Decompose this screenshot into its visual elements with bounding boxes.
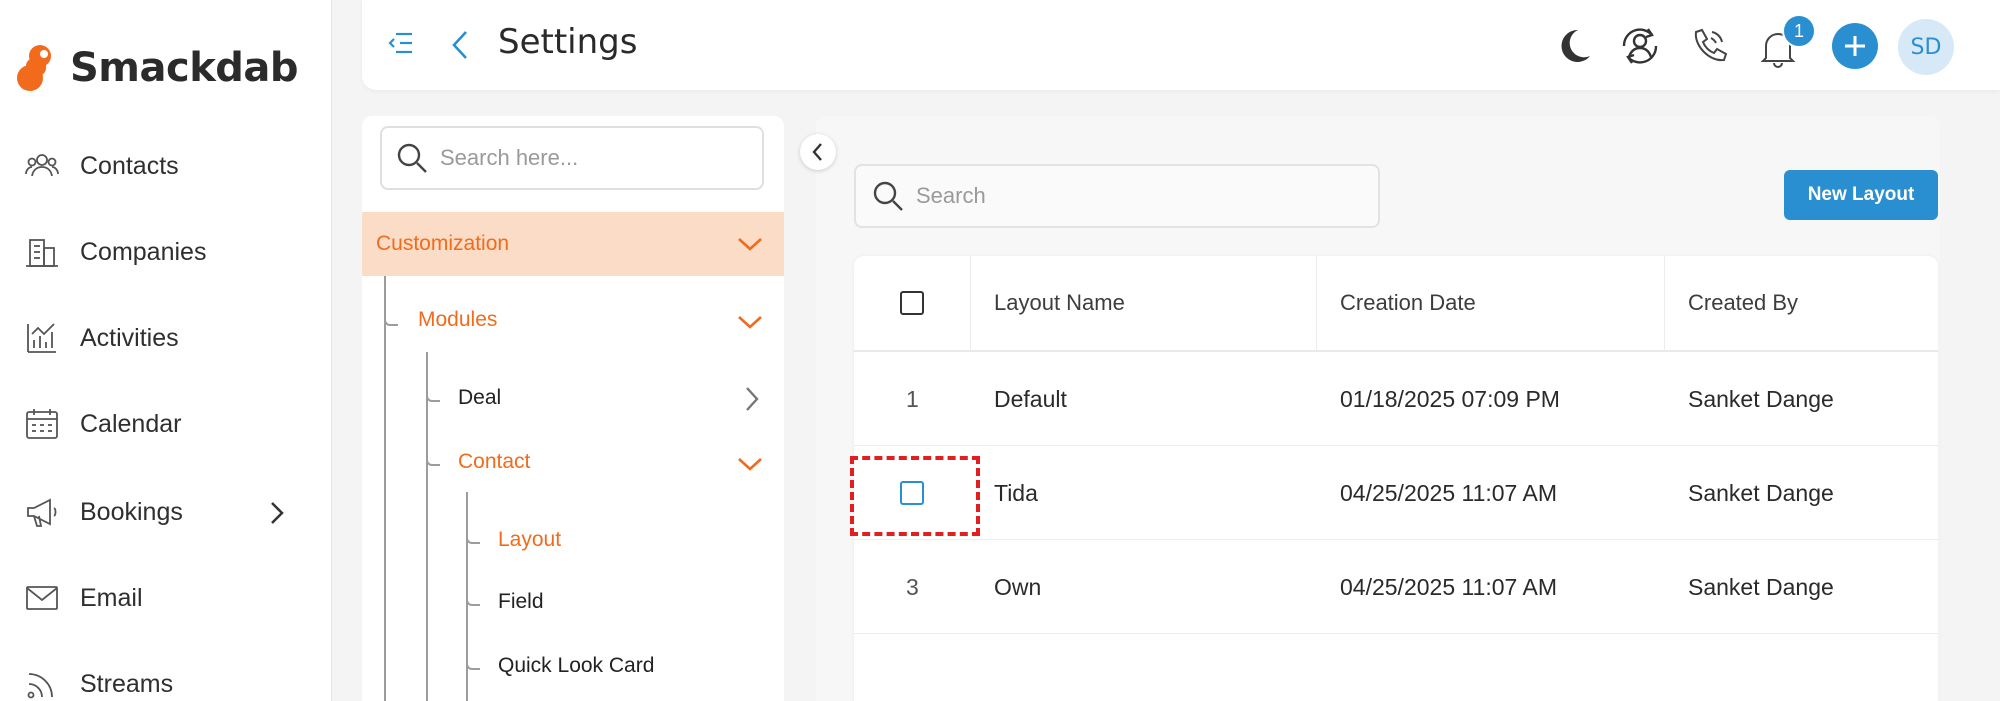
collapse-panel-button[interactable]	[800, 134, 836, 170]
tree-connector	[426, 352, 428, 701]
tree-connector	[466, 656, 480, 670]
activity-chart-icon	[27, 323, 56, 353]
created-by: Sanket Dange	[1688, 479, 1834, 506]
phone-icon[interactable]	[1688, 26, 1728, 66]
sidebar-item-label: Calendar	[80, 409, 182, 438]
search-icon	[873, 181, 903, 211]
column-header-layout-name[interactable]: Layout Name	[994, 256, 1125, 350]
select-all-cell	[900, 256, 924, 350]
search-icon	[397, 143, 427, 173]
sidebar: Smackdab Contacts Companies Activities C…	[0, 0, 332, 701]
tree-item-modules[interactable]: Modules	[418, 308, 497, 332]
sidebar-item-contacts[interactable]: Contacts	[24, 148, 179, 184]
menu-collapse-icon[interactable]	[386, 28, 416, 58]
sidebar-item-label: Contacts	[80, 151, 179, 180]
add-button[interactable]	[1832, 23, 1878, 69]
sidebar-item-calendar[interactable]: Calendar	[24, 406, 181, 442]
page-title: Settings	[498, 22, 638, 62]
row-index: 3	[906, 573, 919, 600]
sidebar-item-label: Streams	[80, 669, 174, 698]
layouts-table: Layout Name Creation Date Created By 1 D…	[854, 256, 1938, 701]
tree-search-input[interactable]	[440, 145, 740, 171]
section-label: Customization	[376, 232, 510, 255]
app-name: Smackdab	[70, 45, 299, 91]
smackdab-logo-icon	[17, 45, 51, 91]
sidebar-item-companies[interactable]: Companies	[24, 234, 206, 270]
creation-date: 04/25/2025 11:07 AM	[1340, 479, 1557, 506]
notification-badge: 1	[1782, 14, 1816, 48]
logo[interactable]: Smackdab	[14, 44, 299, 92]
section-customization[interactable]: Customization	[362, 212, 784, 276]
chevron-down-icon[interactable]	[736, 312, 764, 332]
sidebar-item-bookings[interactable]: Bookings	[24, 494, 183, 530]
sidebar-item-label: Companies	[80, 237, 207, 266]
table-row[interactable]: Tida 04/25/2025 11:07 AM Sanket Dange	[854, 446, 1938, 540]
tree-item-deal[interactable]: Deal	[458, 386, 501, 410]
table-row[interactable]: 1 Default 01/18/2025 07:09 PM Sanket Dan…	[854, 352, 1938, 446]
envelope-icon	[26, 586, 58, 610]
rss-icon	[27, 673, 53, 699]
tree-item-layout[interactable]: Layout	[498, 528, 561, 552]
tree-item-quick-look-card[interactable]: Quick Look Card	[498, 654, 654, 678]
created-by: Sanket Dange	[1688, 573, 1834, 600]
tree-connector	[384, 276, 386, 701]
tree-connector	[384, 312, 398, 326]
user-avatar[interactable]: SD	[1898, 19, 1954, 75]
new-layout-button[interactable]: New Layout	[1784, 170, 1938, 220]
settings-tree-panel: Customization Modules Deal Contact Layou…	[362, 116, 784, 701]
layouts-panel: New Layout Layout Name Creation Date Cre…	[816, 116, 1940, 701]
tree-connector	[466, 592, 480, 606]
megaphone-icon	[27, 498, 57, 527]
tree-connector	[426, 388, 440, 402]
tree-item-field[interactable]: Field	[498, 590, 544, 614]
building-icon	[26, 239, 58, 267]
tree-connector	[426, 452, 440, 466]
chevron-left-icon	[812, 143, 822, 161]
people-icon	[25, 154, 59, 177]
tree-search-box[interactable]	[380, 126, 764, 190]
column-divider	[1664, 256, 1665, 350]
dark-mode-moon-icon[interactable]	[1554, 26, 1594, 66]
sidebar-item-streams[interactable]: Streams	[24, 666, 173, 701]
table-header: Layout Name Creation Date Created By	[854, 256, 1938, 352]
chevron-down-icon[interactable]	[736, 234, 764, 254]
column-divider	[1316, 256, 1317, 350]
top-header: Settings 1 SD	[362, 0, 2000, 90]
column-header-creation-date[interactable]: Creation Date	[1340, 256, 1476, 350]
app-root: Smackdab Contacts Companies Activities C…	[0, 0, 2000, 701]
plus-icon	[1845, 36, 1865, 56]
row-index: 1	[906, 385, 919, 412]
sidebar-item-activities[interactable]: Activities	[24, 320, 179, 356]
chevron-right-icon[interactable]	[262, 498, 292, 528]
layout-name[interactable]: Own	[994, 540, 1041, 634]
created-by: Sanket Dange	[1688, 385, 1834, 412]
creation-date: 01/18/2025 07:09 PM	[1340, 385, 1560, 412]
sidebar-item-email[interactable]: Email	[24, 580, 143, 616]
column-divider	[970, 256, 971, 350]
sidebar-item-label: Activities	[80, 323, 179, 352]
tree-connector	[466, 530, 480, 544]
highlight-annotation	[850, 456, 980, 536]
sidebar-item-label: Bookings	[80, 497, 183, 526]
back-arrow-icon[interactable]	[446, 28, 476, 62]
layout-search-input[interactable]	[916, 183, 1216, 209]
table-row[interactable]: 3 Own 04/25/2025 11:07 AM Sanket Dange	[854, 540, 1938, 634]
layout-name[interactable]: Default	[994, 352, 1067, 446]
tree-item-contact[interactable]: Contact	[458, 450, 530, 474]
chevron-down-icon[interactable]	[736, 454, 764, 474]
layout-name[interactable]: Tida	[994, 446, 1038, 540]
creation-date: 04/25/2025 11:07 AM	[1340, 573, 1557, 600]
sidebar-item-label: Email	[80, 583, 143, 612]
calendar-icon	[26, 409, 58, 439]
layout-search-box[interactable]	[854, 164, 1380, 228]
user-sync-icon[interactable]	[1618, 24, 1662, 68]
column-header-created-by[interactable]: Created By	[1688, 256, 1798, 350]
chevron-right-icon[interactable]	[742, 384, 762, 414]
select-all-checkbox[interactable]	[900, 291, 924, 315]
